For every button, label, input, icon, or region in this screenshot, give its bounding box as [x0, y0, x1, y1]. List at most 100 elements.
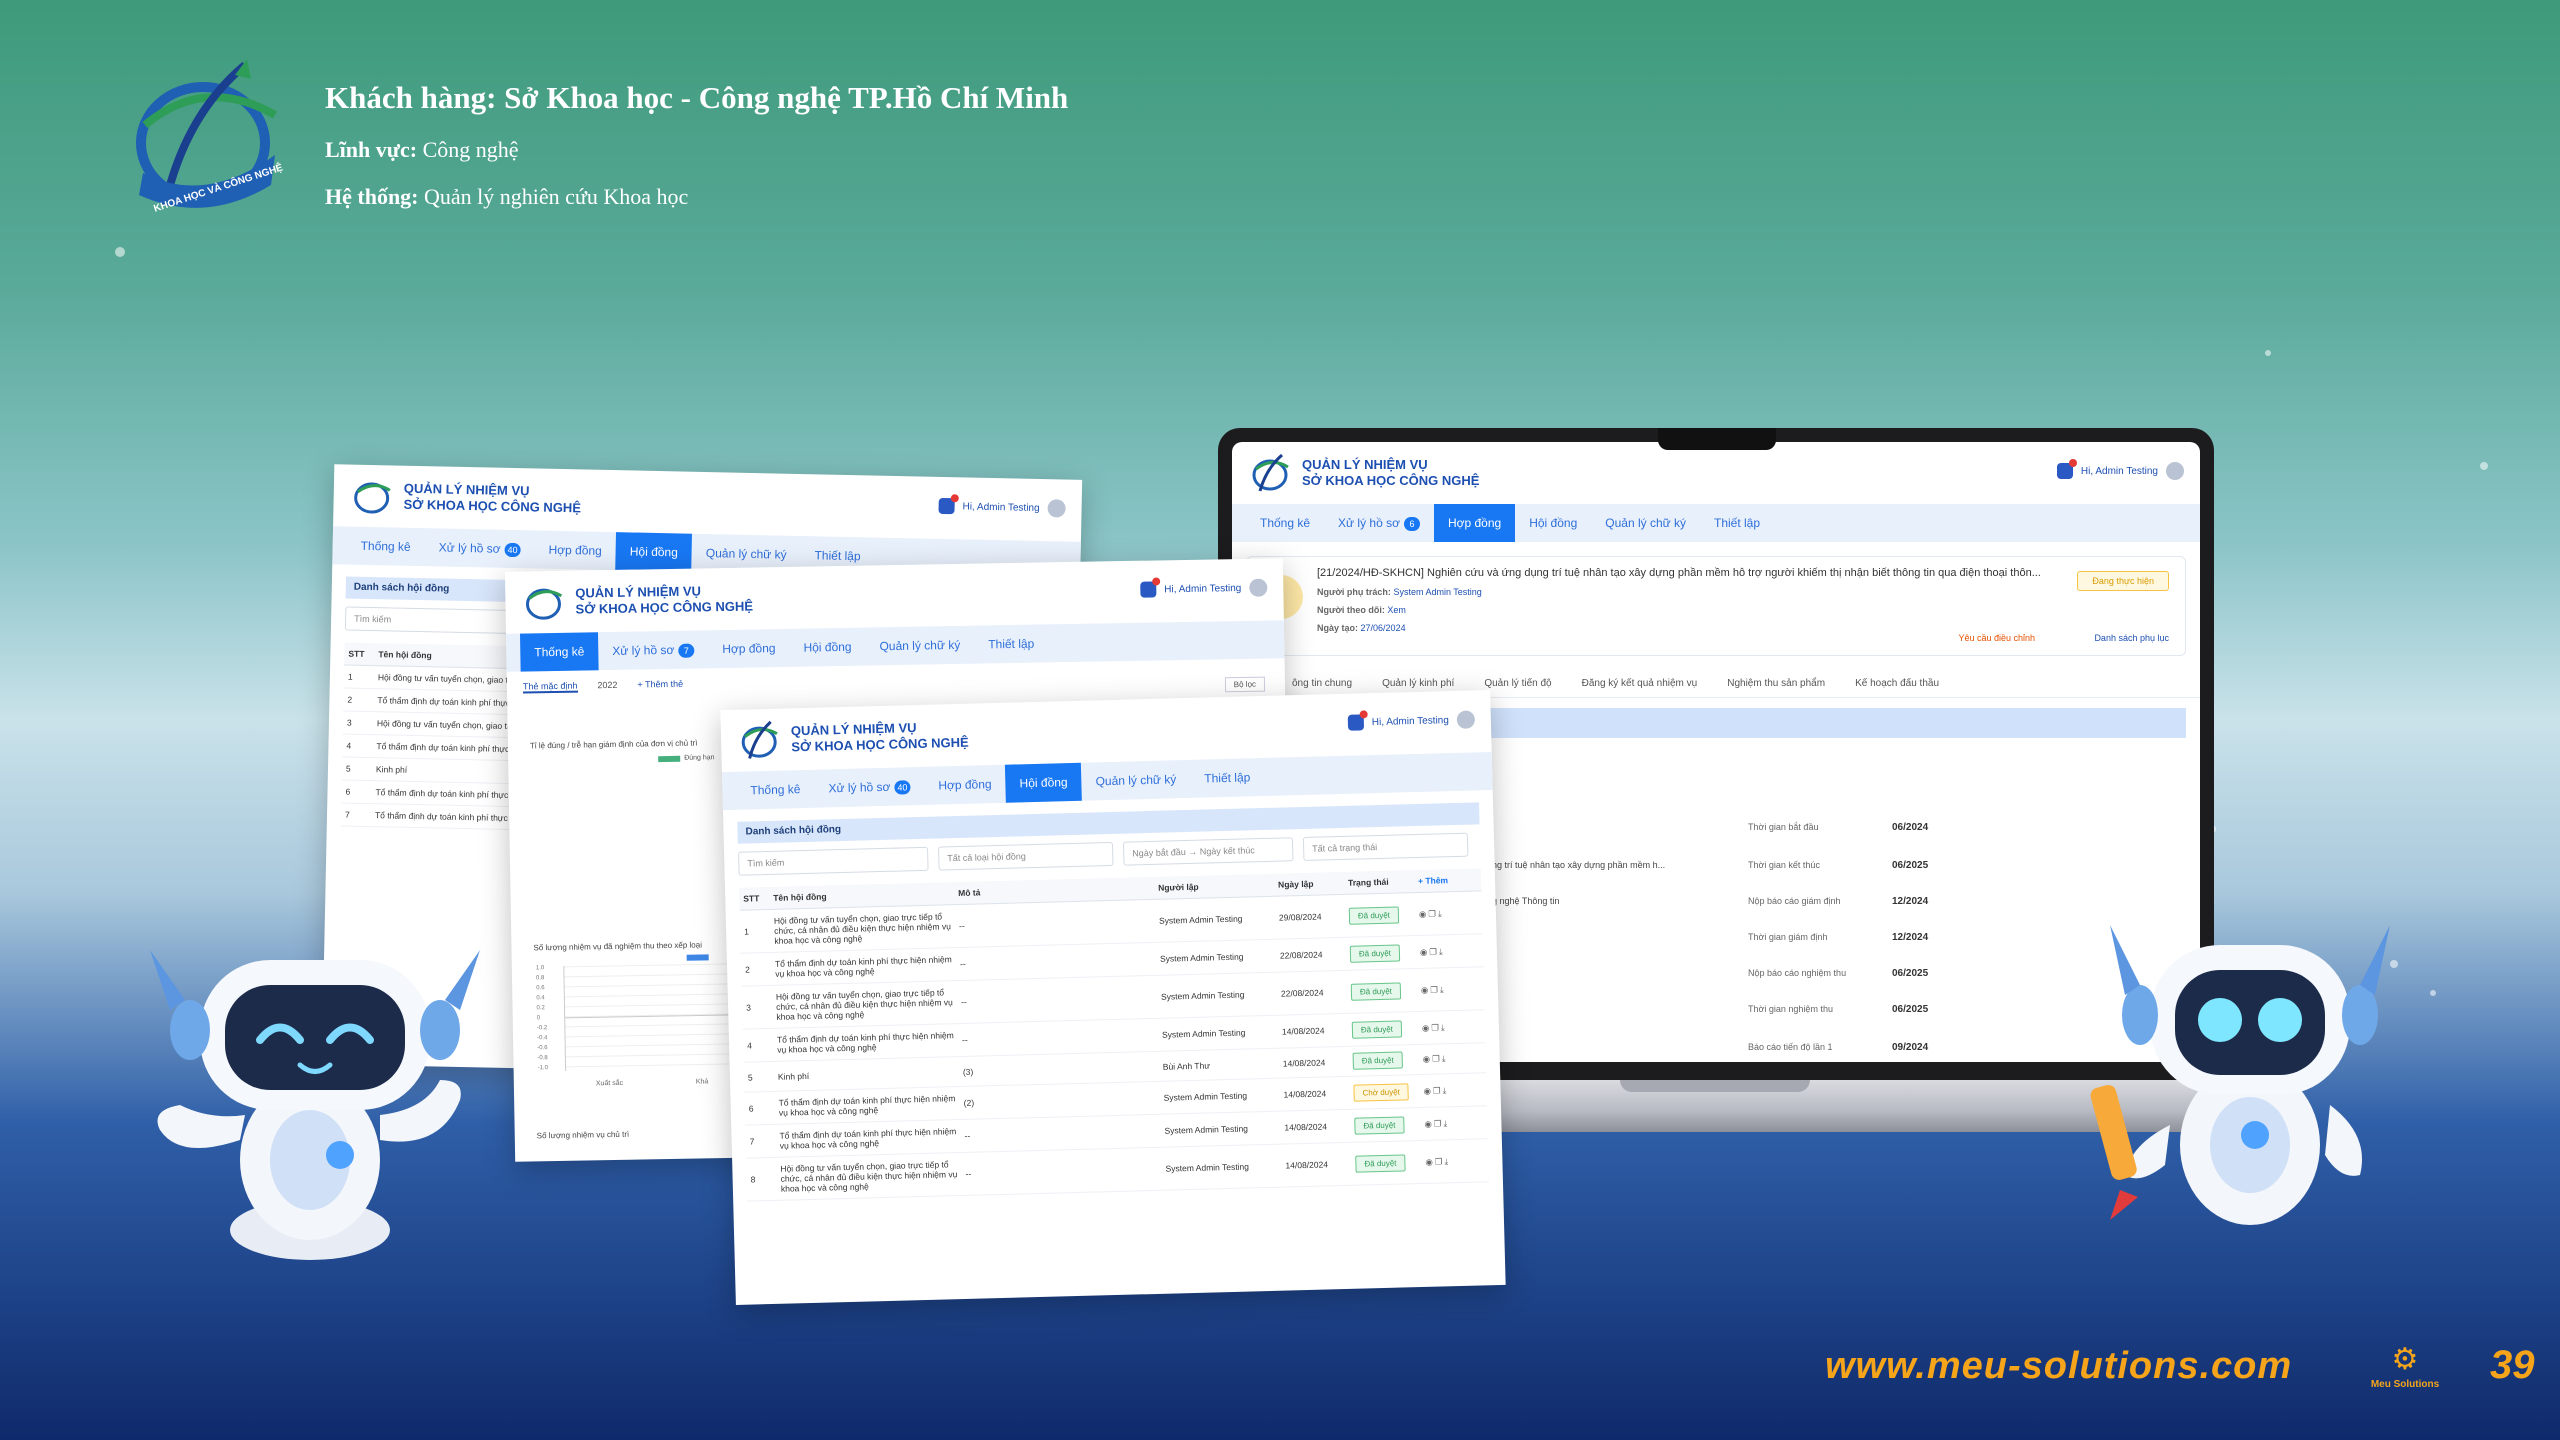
download-icon[interactable]: ⤓ [1443, 1118, 1449, 1128]
add-column-button[interactable]: + Thêm [1413, 868, 1482, 893]
y-tick-label: -0.6 [537, 1045, 548, 1051]
client-title: Khách hàng: Sở Khoa học - Công nghệ TP.H… [325, 80, 1069, 115]
notification-bell-icon[interactable] [938, 497, 955, 515]
council-date: 22/08/2024 [1276, 970, 1348, 1016]
date-range-picker[interactable]: Ngày bắt đầu → Ngày kết thúc [1122, 837, 1294, 866]
nav-contracts[interactable]: Hợp đồng [1433, 504, 1516, 542]
column-header: Trạng thái [1343, 870, 1415, 895]
y-tick-label: 0.4 [536, 995, 545, 1001]
nav-council[interactable]: Hội đồng [1515, 504, 1591, 542]
download-icon[interactable]: ⤓ [1444, 1156, 1450, 1166]
council-name: Hội đồng tư vấn tuyển chọn, giao trực ti… [776, 1152, 963, 1201]
brand-mark: ⚙ Meu Solutions [2360, 1345, 2450, 1391]
tab-2022[interactable]: 2022 [597, 680, 617, 692]
search-input[interactable]: Tìm kiếm [344, 606, 516, 635]
notification-bell-icon[interactable] [1347, 714, 1365, 731]
nav-signature[interactable]: Quản lý chữ ký [1081, 760, 1191, 801]
row-actions[interactable]: ◉❐⤓ [1414, 890, 1483, 936]
row-index: 2 [343, 687, 374, 712]
row-index: 1 [739, 909, 771, 954]
tab-default[interactable]: Thẻ mặc định [522, 680, 578, 694]
nav-signature[interactable]: Quản lý chữ ký [1591, 504, 1700, 542]
grid-line [563, 963, 749, 968]
subtab-general[interactable]: ông tin chung [1292, 678, 1352, 689]
copy-icon[interactable]: ❐ [1433, 1085, 1443, 1095]
nav-records[interactable]: Xử lý hồ sơ 40 [814, 767, 925, 808]
nav-records[interactable]: Xử lý hồ sơ 40 [424, 528, 535, 568]
subtab-progress[interactable]: Quản lý tiến độ [1484, 678, 1551, 689]
schedule-label: Thời gian giám định [1748, 932, 1828, 942]
nav-setup[interactable]: Thiết lập [974, 624, 1049, 663]
subtab-results[interactable]: Đăng ký kết quả nhiệm vụ [1582, 678, 1698, 689]
filter-button[interactable]: Bộ lọc [1224, 676, 1266, 693]
nav-records[interactable]: Xử lý hồ sơ 7 [598, 630, 709, 670]
y-tick-label: -0.8 [537, 1055, 548, 1061]
copy-icon[interactable]: ❐ [1431, 1022, 1441, 1032]
copy-icon[interactable]: ❐ [1432, 1053, 1442, 1063]
copy-icon[interactable]: ❐ [1434, 1118, 1444, 1128]
contract-detail-card: [21/2024/HĐ-SKHCN] Nghiên cứu và ứng dụn… [1246, 556, 2186, 656]
add-tab-button[interactable]: + Thêm thẻ [637, 679, 683, 692]
notification-bell-icon[interactable] [1140, 581, 1157, 598]
copy-icon[interactable]: ❐ [1429, 946, 1439, 956]
user-menu[interactable]: Hi, Admin Testing [1347, 710, 1476, 731]
download-icon[interactable]: ⤓ [1438, 908, 1444, 918]
council-type-select[interactable]: Tất cả loại hội đồng [937, 841, 1114, 871]
nav-council[interactable]: Hội đồng [615, 532, 693, 572]
download-icon[interactable]: ⤓ [1439, 946, 1445, 956]
notification-bell-icon[interactable] [2056, 459, 2077, 479]
nav-records[interactable]: Xử lý hồ sơ 6 [1324, 504, 1434, 542]
nav-stats[interactable]: Thống kê [736, 770, 815, 810]
row-actions[interactable]: ◉❐⤓ [1417, 1009, 1486, 1045]
avatar[interactable] [1249, 578, 1268, 597]
subtab-bidding[interactable]: Kế hoạch đấu thầu [1855, 678, 1939, 689]
download-icon[interactable]: ⤓ [1442, 1085, 1448, 1095]
row-actions[interactable]: ◉❐⤓ [1419, 1105, 1488, 1141]
copy-icon[interactable]: ❐ [1428, 908, 1438, 918]
status-select[interactable]: Tất cả trạng thái [1302, 832, 1469, 861]
row-actions[interactable]: ◉❐⤓ [1419, 1072, 1487, 1108]
nav-stats[interactable]: Thống kê [1246, 504, 1324, 542]
request-edit-button[interactable]: Yêu cầu điều chỉnh [1958, 633, 2035, 643]
nav-signature[interactable]: Quản lý chữ ký [865, 626, 974, 666]
avatar[interactable] [1456, 710, 1476, 729]
download-icon[interactable]: ⤓ [1440, 984, 1446, 994]
copy-icon[interactable]: ❐ [1430, 984, 1440, 994]
nav-setup[interactable]: Thiết lập [1190, 758, 1265, 798]
avatar[interactable] [2166, 462, 2184, 480]
app-name: QUẢN LÝ NHIỆM VỤ SỞ KHOA HỌC CÔNG NGHỆ [575, 583, 754, 617]
user-menu[interactable]: Hi, Admin Testing [938, 497, 1066, 518]
column-header: Người lập [1153, 873, 1275, 900]
chart-title: Số lượng nhiệm vụ chủ trì [536, 1129, 630, 1141]
search-input[interactable]: Tìm kiếm [738, 846, 929, 876]
nav-setup[interactable]: Thiết lập [1700, 504, 1774, 542]
owner-row: Người phụ trách: System Admin Testing [1317, 587, 1482, 597]
status-badge: Chờ duyệt [1353, 1082, 1410, 1102]
website-link[interactable]: www.meu-solutions.com [1825, 1345, 2292, 1388]
download-icon[interactable]: ⤓ [1442, 1053, 1448, 1063]
nav-contracts[interactable]: Hợp đồng [708, 629, 790, 668]
row-index: 5 [743, 1061, 775, 1093]
schedule-label: Thời gian bắt đầu [1748, 822, 1819, 832]
subtab-budget[interactable]: Quản lý kinh phí [1382, 678, 1454, 689]
nav-contracts[interactable]: Hợp đồng [534, 530, 616, 570]
schedule-value: 06/2024 [1892, 822, 1929, 833]
appendix-button[interactable]: Danh sách phụ lục [2094, 633, 2169, 643]
row-actions[interactable]: ◉❐⤓ [1416, 966, 1485, 1012]
user-menu[interactable]: Hi, Admin Testing [1140, 578, 1268, 599]
nav-stats[interactable]: Thống kê [519, 632, 599, 672]
nav-council[interactable]: Hội đồng [1005, 762, 1083, 803]
row-actions[interactable]: ◉❐⤓ [1418, 1042, 1487, 1075]
nav-council[interactable]: Hội đồng [789, 628, 866, 667]
row-actions[interactable]: ◉❐⤓ [1415, 933, 1484, 969]
subtab-acceptance[interactable]: Nghiệm thu sản phẩm [1727, 678, 1825, 689]
download-icon[interactable]: ⤓ [1441, 1022, 1447, 1032]
user-menu[interactable]: Hi, Admin Testing [2056, 459, 2184, 480]
grid-line [565, 1053, 751, 1058]
row-actions[interactable]: ◉❐⤓ [1420, 1138, 1489, 1184]
copy-icon[interactable]: ❐ [1435, 1156, 1445, 1166]
nav-contracts[interactable]: Hợp đồng [924, 765, 1006, 805]
council-creator: System Admin Testing [1156, 972, 1278, 1019]
nav-stats[interactable]: Thống kê [346, 527, 425, 567]
avatar[interactable] [1047, 499, 1066, 518]
